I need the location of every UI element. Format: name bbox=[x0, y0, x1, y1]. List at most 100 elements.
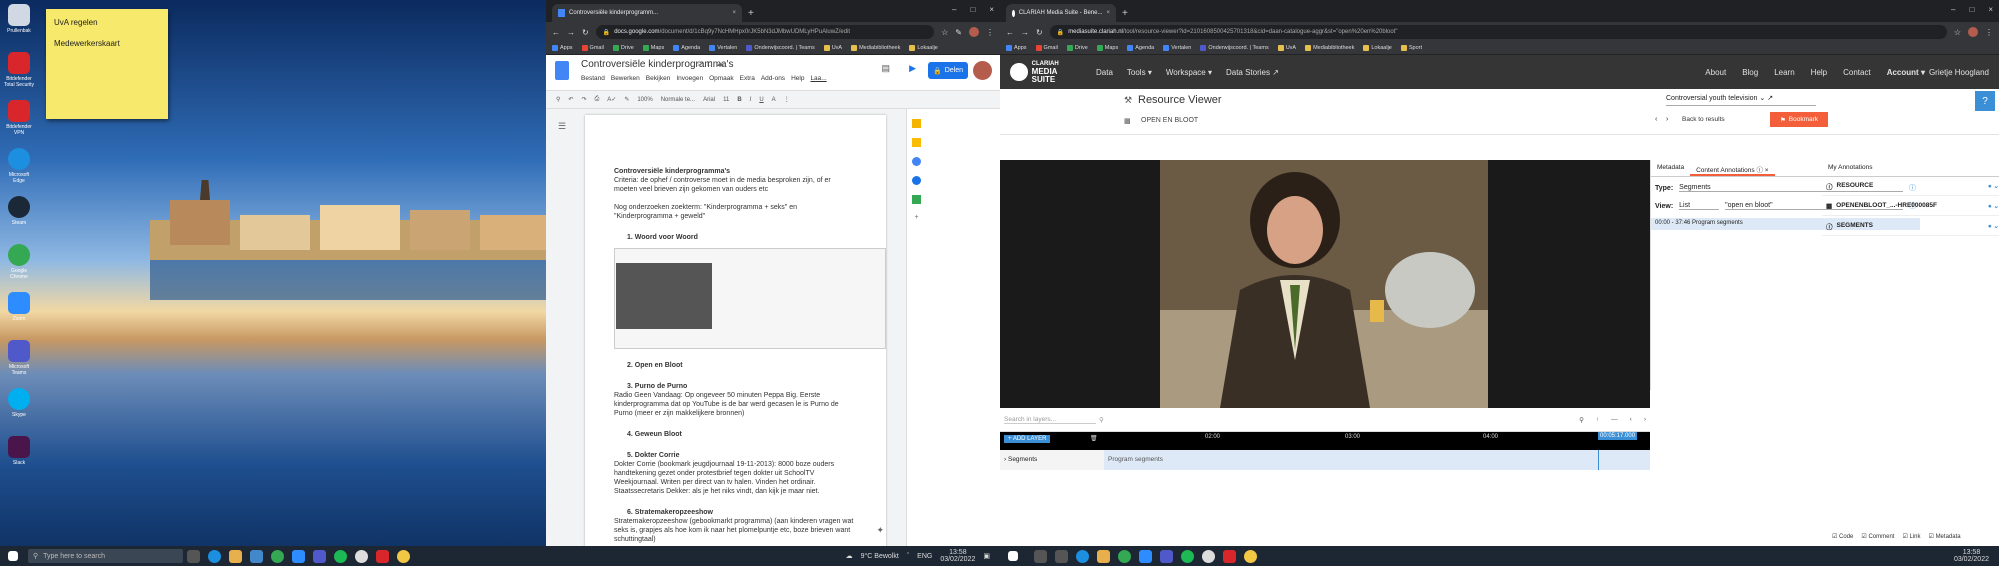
share-button[interactable]: 🔒 Delen bbox=[928, 62, 968, 79]
menu-tools[interactable]: Extra bbox=[740, 75, 755, 82]
bookmark-item[interactable]: Drive bbox=[1066, 45, 1088, 51]
nav-account[interactable]: Account ▾ bbox=[1887, 68, 1925, 77]
app-taskbar-icon[interactable] bbox=[355, 549, 368, 563]
collapse-icon[interactable]: — bbox=[1611, 416, 1618, 424]
delete-icon[interactable]: 🗑 bbox=[1090, 435, 1098, 442]
reload-icon[interactable]: ↻ bbox=[582, 28, 589, 37]
previous-icon[interactable]: ‹ bbox=[1655, 116, 1657, 123]
spotify-taskbar-icon[interactable] bbox=[334, 549, 347, 563]
filter-code[interactable]: ☑ Code bbox=[1832, 533, 1853, 540]
bookmark-item[interactable]: Maps bbox=[642, 45, 664, 51]
language-indicator[interactable]: ENG bbox=[917, 553, 932, 560]
bookmark-item[interactable]: Lokaalje bbox=[909, 45, 938, 51]
tasks-icon[interactable] bbox=[912, 157, 921, 166]
minimize-icon[interactable]: – bbox=[1951, 5, 1955, 14]
close-tab-icon[interactable]: × bbox=[1106, 10, 1110, 16]
app-taskbar-icon[interactable] bbox=[1202, 549, 1215, 563]
zoom-icon[interactable]: Zoom bbox=[4, 292, 34, 322]
star-icon[interactable]: ☆ bbox=[1954, 28, 1961, 37]
contacts-icon[interactable] bbox=[912, 176, 921, 185]
ms-url-field[interactable]: 🔒 mediasuite.clariah.nl/tool/resource-vie… bbox=[1049, 25, 1947, 39]
annotation-group-resource[interactable]: ⓘ RESOURCE ● ⌄ bbox=[1822, 176, 1999, 196]
notification-icon[interactable]: ▣ bbox=[983, 552, 990, 560]
maps-icon[interactable] bbox=[912, 195, 921, 204]
layer-segment-bar[interactable]: Program segments bbox=[1104, 450, 1650, 470]
search-layers-input[interactable]: Search in layers... bbox=[1004, 416, 1096, 424]
layer-label[interactable]: › Segments bbox=[1000, 450, 1104, 470]
chrome-taskbar-icon[interactable] bbox=[271, 549, 284, 563]
taskbar-search[interactable]: ⚲ Type here to search bbox=[28, 549, 183, 563]
menu-edit[interactable]: Bewerken bbox=[611, 75, 640, 82]
bookmark-item[interactable]: Drive bbox=[612, 45, 634, 51]
edge-taskbar-icon[interactable] bbox=[208, 549, 221, 563]
bookmark-item[interactable]: UvA bbox=[1277, 45, 1296, 51]
tab-content-annotations[interactable]: Content Annotations ⓘ × bbox=[1690, 160, 1775, 176]
underline-button[interactable]: U bbox=[759, 97, 763, 103]
outline-icon[interactable]: ☰ bbox=[558, 121, 566, 132]
menu-addons[interactable]: Add-ons bbox=[761, 75, 785, 82]
print-icon[interactable]: ⎙ bbox=[594, 96, 599, 103]
font-select[interactable]: Arial bbox=[703, 97, 715, 103]
tab-metadata[interactable]: Metadata bbox=[1651, 160, 1690, 176]
paint-format-icon[interactable]: ✎ bbox=[624, 96, 629, 103]
windows-start-icon[interactable] bbox=[8, 551, 18, 561]
windows-start-icon[interactable] bbox=[1008, 551, 1018, 561]
undo-icon[interactable]: ↶ bbox=[568, 96, 573, 103]
meet-icon[interactable]: ▶ bbox=[909, 63, 916, 74]
bookmark-item[interactable]: Onderwijscoord. | Teams bbox=[746, 45, 815, 51]
nav-contact[interactable]: Contact bbox=[1843, 68, 1871, 77]
menu-help[interactable]: Help bbox=[791, 75, 804, 82]
bookmark-item[interactable]: Mediabibliotheek bbox=[1305, 45, 1354, 51]
star-move-cloud-icons[interactable]: ☆□☁ bbox=[696, 59, 728, 68]
docs-logo-icon[interactable] bbox=[555, 61, 569, 80]
maximize-icon[interactable]: □ bbox=[970, 5, 975, 14]
help-button[interactable]: ? bbox=[1975, 91, 1995, 111]
photos-taskbar-icon[interactable] bbox=[1244, 549, 1257, 563]
edge-taskbar-icon[interactable] bbox=[1076, 549, 1089, 563]
add-layer-button[interactable]: + ADD LAYER bbox=[1004, 435, 1051, 443]
profile-avatar[interactable] bbox=[969, 27, 979, 37]
profile-avatar[interactable] bbox=[1968, 27, 1978, 37]
document-page[interactable]: Controversiële kinderprogramma's Criteri… bbox=[585, 115, 886, 546]
new-tab-icon[interactable]: + bbox=[1122, 8, 1128, 19]
back-to-results-link[interactable]: Back to results bbox=[1682, 116, 1725, 123]
skype-icon[interactable]: Skype bbox=[4, 388, 34, 418]
bookmark-item[interactable]: Vertalen bbox=[1163, 45, 1191, 51]
zoom-icon[interactable]: ⚲ bbox=[1579, 416, 1584, 424]
task-view-icon[interactable] bbox=[187, 549, 200, 563]
teams-icon[interactable]: Microsoft Teams bbox=[4, 340, 34, 376]
back-arrow-icon[interactable]: ← bbox=[1006, 28, 1014, 37]
maximize-icon[interactable]: □ bbox=[1969, 5, 1974, 14]
tab-my-annotations[interactable]: My Annotations bbox=[1822, 160, 1999, 177]
nav-about[interactable]: About bbox=[1705, 68, 1726, 77]
close-icon[interactable]: × bbox=[1765, 167, 1769, 174]
chrome-icon[interactable]: Google Chrome bbox=[4, 244, 34, 280]
bookmark-item[interactable]: Lokaalje bbox=[1363, 45, 1392, 51]
bookmark-item[interactable]: Apps bbox=[1006, 45, 1027, 51]
nav-data-stories[interactable]: Data Stories ↗ bbox=[1226, 68, 1279, 77]
keep-icon[interactable] bbox=[912, 138, 921, 147]
chevron-up-icon[interactable]: ˆ bbox=[907, 553, 909, 560]
filter-link[interactable]: ☑ Link bbox=[1902, 533, 1920, 540]
photos-taskbar-icon[interactable] bbox=[397, 549, 410, 563]
bold-button[interactable]: B bbox=[737, 97, 741, 103]
bookmark-item[interactable]: Mediabibliotheek bbox=[851, 45, 900, 51]
bookmark-item[interactable]: UvA bbox=[823, 45, 842, 51]
bitdefender-taskbar-icon[interactable] bbox=[376, 549, 389, 563]
task-view-icon[interactable] bbox=[1055, 549, 1068, 563]
chrome-taskbar-icon[interactable] bbox=[1118, 549, 1131, 563]
recycle-bin-icon[interactable]: Prullenbak bbox=[4, 4, 34, 34]
minimize-icon[interactable]: – bbox=[952, 5, 956, 14]
close-window-icon[interactable]: × bbox=[1988, 5, 1993, 14]
menu-icon[interactable]: ⋮ bbox=[1985, 28, 1993, 37]
bitdefender-vpn-icon[interactable]: Bitdefender VPN bbox=[4, 100, 34, 136]
search-taskbar-icon[interactable] bbox=[1034, 549, 1047, 563]
zoom-taskbar-icon[interactable] bbox=[292, 549, 305, 563]
steam-icon[interactable]: Steam bbox=[4, 196, 34, 226]
bitdefender-taskbar-icon[interactable] bbox=[1223, 549, 1236, 563]
next-icon[interactable]: › bbox=[1644, 416, 1646, 424]
forward-arrow-icon[interactable]: → bbox=[1021, 28, 1029, 37]
collection-select[interactable]: Controversial youth television ⌄ ↗ bbox=[1666, 94, 1816, 106]
clock[interactable]: 13:58 03/02/2022 bbox=[1954, 549, 1989, 563]
back-arrow-icon[interactable]: ← bbox=[552, 28, 560, 37]
